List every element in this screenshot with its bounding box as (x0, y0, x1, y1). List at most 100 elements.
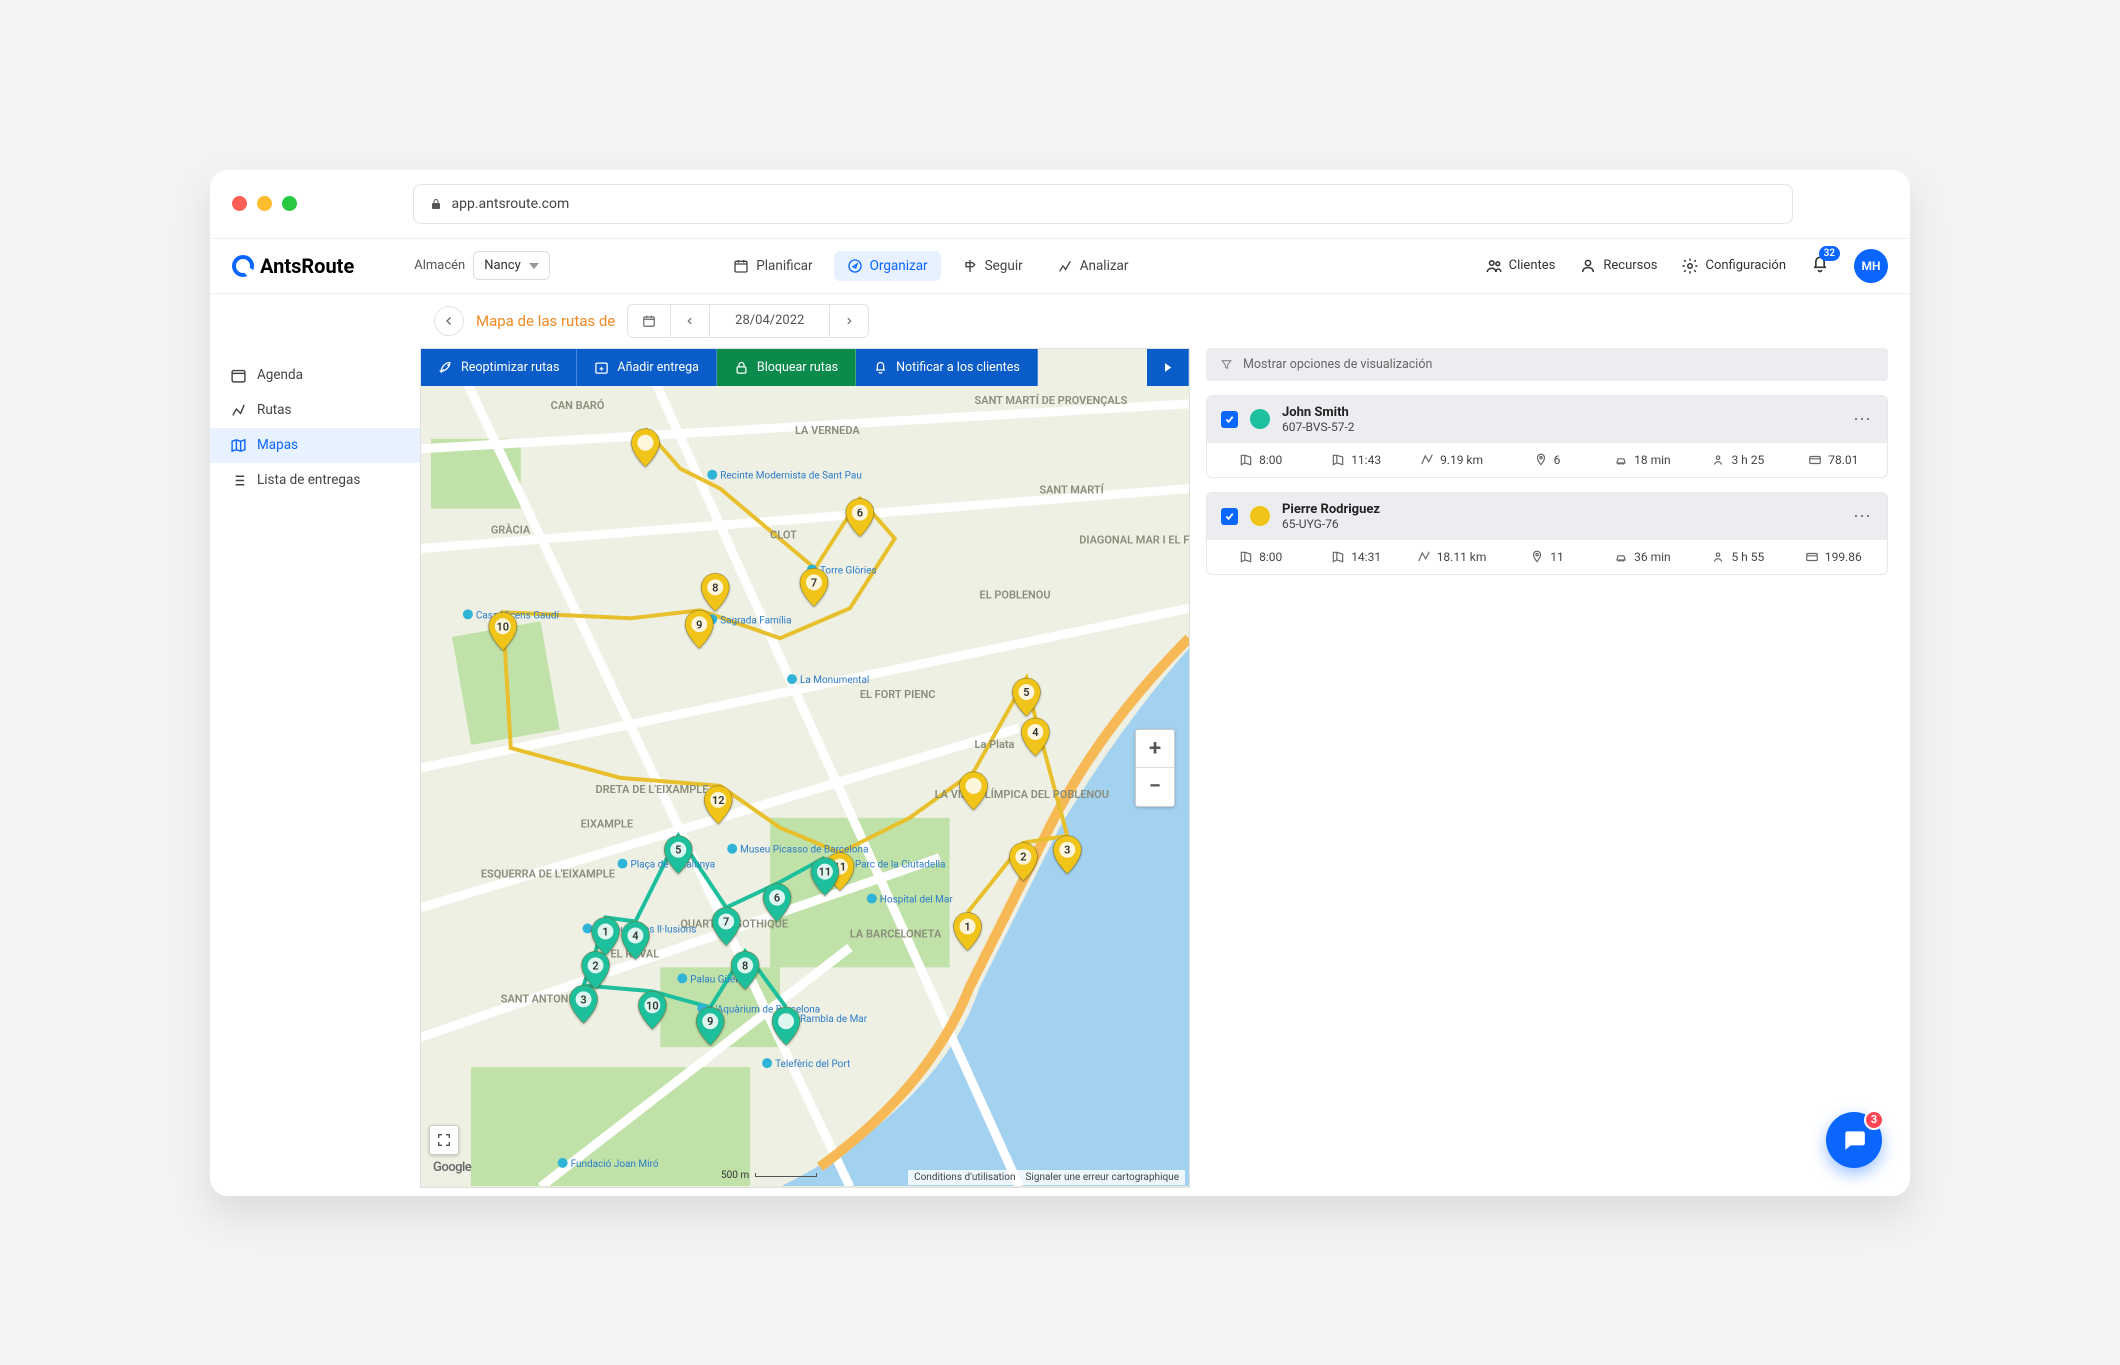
map-terms-link[interactable]: Conditions d'utilisation (914, 1172, 1015, 1183)
poi-label: Hospital del Mar (880, 894, 953, 905)
map-report-link[interactable]: Signaler une erreur cartographique (1025, 1172, 1179, 1183)
sidebar-maps[interactable]: Mapas (210, 428, 420, 463)
svg-text:10: 10 (646, 999, 659, 1012)
poi-label: Sagrada Família (720, 615, 791, 626)
reoptimize-button[interactable]: Reoptimizar rutas (421, 349, 577, 386)
svg-text:3: 3 (580, 993, 586, 1006)
poi-label: Telefèric del Port (775, 1059, 850, 1070)
date-next-button[interactable] (829, 305, 868, 337)
route-color-dot (1250, 409, 1270, 429)
area-label: GRÀCIA (491, 523, 531, 536)
lock-routes-button[interactable]: Bloquear rutas (717, 349, 856, 386)
area-label: LA VERNEDA (795, 423, 860, 436)
route-driver-name: Pierre Rodriguez (1282, 502, 1380, 517)
zoom-in-button[interactable]: + (1136, 730, 1174, 768)
route-more-button[interactable]: ⋯ (1853, 506, 1873, 527)
warehouse-label: Almacén (414, 258, 465, 273)
chat-unread-badge: 3 (1864, 1110, 1884, 1130)
svg-text:9: 9 (707, 1015, 713, 1028)
chart-icon (1057, 258, 1073, 274)
nav-follow[interactable]: Seguir (949, 251, 1036, 281)
logo-text: AntsRoute (260, 254, 354, 278)
stat-end: 14:31 (1308, 550, 1403, 564)
google-logo: Google (433, 1160, 471, 1175)
route-card: John Smith 607-BVS-57-2 ⋯8:0011:439.19 k… (1206, 395, 1888, 478)
expand-panel-button[interactable] (1147, 349, 1189, 386)
sidebar-list[interactable]: Lista de entregas (210, 463, 420, 498)
route-checkbox[interactable] (1221, 508, 1238, 525)
stat-cost: 78.01 (1786, 453, 1881, 467)
svg-text:7: 7 (723, 915, 729, 928)
sidebar-agenda[interactable]: Agenda (210, 358, 420, 393)
warehouse-select[interactable]: Nancy (473, 251, 550, 280)
stat-duration: 5 h 55 (1690, 550, 1785, 564)
list-icon (230, 472, 247, 489)
stat-end: 11:43 (1308, 453, 1403, 467)
expand-icon (436, 1132, 452, 1148)
area-label: DIAGONAL MAR I EL FRONT MARÍTIM DEL POBL… (1079, 533, 1189, 546)
area-label: SANT MARTÍ DE PROVENÇALS (975, 393, 1128, 406)
route-header[interactable]: Pierre Rodriguez 65-UYG-76 ⋯ (1207, 493, 1887, 540)
notify-button[interactable]: Notificar a los clientes (856, 349, 1038, 386)
map-icon (230, 437, 247, 454)
zoom-out-button[interactable]: − (1136, 768, 1174, 806)
route-checkbox[interactable] (1221, 411, 1238, 428)
window-min-dot[interactable] (257, 196, 272, 211)
poi-label: Parc de la Ciutadella (855, 859, 946, 870)
route-header[interactable]: John Smith 607-BVS-57-2 ⋯ (1207, 396, 1887, 443)
stat-dist: 9.19 km (1404, 453, 1499, 467)
nav-organize[interactable]: Organizar (834, 251, 941, 281)
scale-bar: 500 m (721, 1170, 817, 1181)
gear-icon (1681, 257, 1699, 275)
svg-text:5: 5 (675, 843, 681, 856)
fullscreen-button[interactable] (429, 1125, 459, 1155)
nav-config[interactable]: Configuración (1681, 257, 1786, 275)
end-icon (1331, 550, 1345, 564)
chevron-left-icon (443, 315, 455, 327)
nav-analyze[interactable]: Analizar (1044, 251, 1142, 281)
svg-text:3: 3 (1064, 843, 1070, 856)
avatar[interactable]: MH (1854, 249, 1888, 283)
logo[interactable]: AntsRoute (232, 254, 354, 278)
svg-text:12: 12 (712, 793, 725, 806)
route-color-dot (1250, 506, 1270, 526)
address-bar[interactable]: app.antsroute.com (413, 184, 1793, 224)
stat-dist: 18.11 km (1404, 550, 1499, 564)
svg-text:1: 1 (602, 925, 608, 938)
lock-icon (734, 360, 749, 375)
start-icon (1239, 550, 1253, 564)
map-container[interactable]: Reoptimizar rutas Añadir entrega Bloquea… (420, 348, 1190, 1188)
window-close-dot[interactable] (232, 196, 247, 211)
poi-label: Palau Güell (690, 974, 740, 985)
drive-icon (1614, 453, 1628, 467)
poi-label: Torre Glòries (820, 565, 877, 576)
nav-clients[interactable]: Clientes (1485, 257, 1556, 275)
notifications-button[interactable]: 32 (1810, 254, 1830, 278)
nav-resources[interactable]: Recursos (1579, 257, 1657, 275)
svg-text:8: 8 (742, 959, 748, 972)
window-max-dot[interactable] (282, 196, 297, 211)
route-more-button[interactable]: ⋯ (1853, 409, 1873, 430)
chat-button[interactable]: 3 (1826, 1112, 1882, 1168)
chevron-left-icon (685, 316, 695, 326)
date-calendar-button[interactable] (628, 305, 670, 337)
nav-plan[interactable]: Planificar (720, 251, 825, 281)
people-icon (1485, 257, 1503, 275)
date-prev-button[interactable] (670, 305, 709, 337)
chat-icon (1841, 1127, 1867, 1153)
sidebar-routes[interactable]: Rutas (210, 393, 420, 428)
back-button[interactable] (434, 306, 464, 336)
route-stats: 8:0011:439.19 km618 min3 h 2578.01 (1207, 443, 1887, 477)
add-delivery-button[interactable]: Añadir entrega (577, 349, 716, 386)
stat-start: 8:00 (1213, 453, 1308, 467)
svg-text:2: 2 (1020, 850, 1026, 863)
date-display[interactable]: 28/04/2022 (709, 305, 829, 337)
area-label: La Plata (975, 737, 1015, 750)
poi-label: Recinte Modernista de Sant Pau (720, 470, 862, 481)
stat-stops: 6 (1499, 453, 1594, 467)
play-icon (1160, 360, 1175, 375)
page-title: Mapa de las rutas de (476, 312, 615, 330)
display-options-toggle[interactable]: Mostrar opciones de visualización (1206, 348, 1888, 381)
zoom-control: + − (1135, 729, 1175, 807)
svg-text:8: 8 (712, 581, 718, 594)
